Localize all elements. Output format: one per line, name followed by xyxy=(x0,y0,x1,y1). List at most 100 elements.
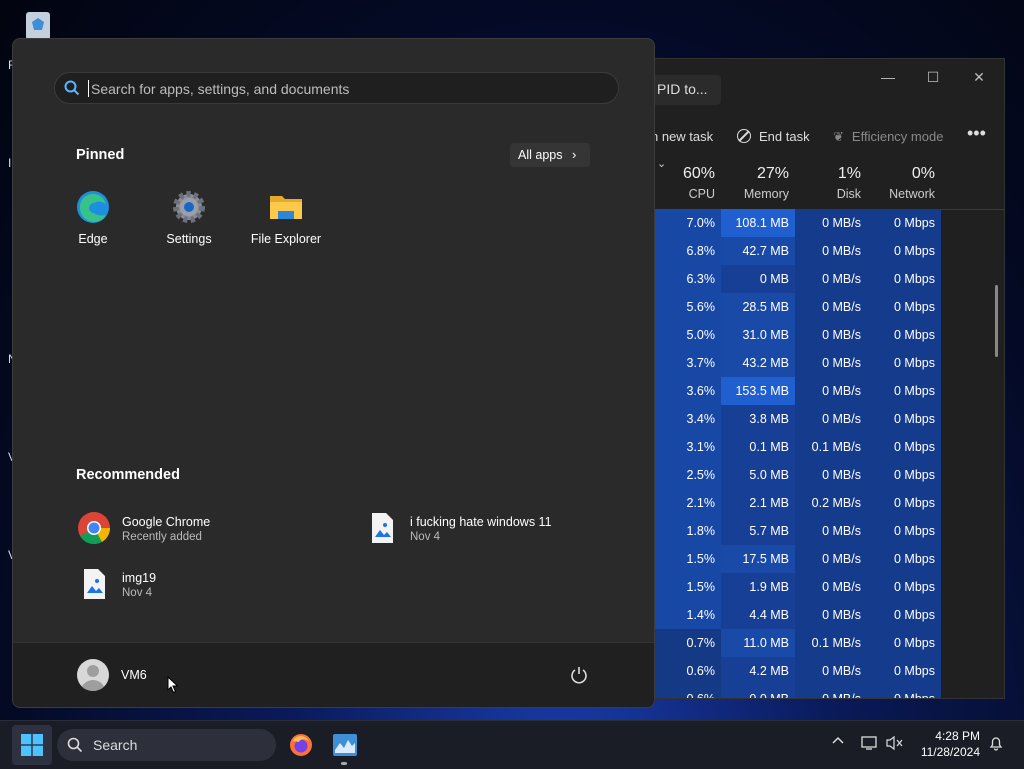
table-row[interactable]: 1.5% 1.9 MB 0 MB/s 0 Mbps xyxy=(655,573,1004,601)
taskbar-search-box[interactable]: Search xyxy=(57,729,276,761)
table-row[interactable]: 3.1% 0.1 MB 0.1 MB/s 0 Mbps xyxy=(655,433,1004,461)
network-percent: 0% xyxy=(911,165,935,182)
cpu-cell: 0.6% xyxy=(655,657,721,685)
image-file-icon xyxy=(365,511,399,545)
run-new-task-button[interactable]: n new task xyxy=(651,129,713,144)
network-icon[interactable] xyxy=(861,735,879,754)
notification-bell-icon[interactable] xyxy=(988,735,1004,754)
start-button[interactable] xyxy=(12,725,52,765)
show-hidden-icons-chevron-up-icon[interactable] xyxy=(832,735,844,750)
recommended-item-subtitle: Recently added xyxy=(122,531,202,543)
network-cell: 0 Mbps xyxy=(867,405,941,433)
disk-cell: 0 MB/s xyxy=(795,573,867,601)
table-row[interactable]: 6.3% 0 MB 0 MB/s 0 Mbps xyxy=(655,265,1004,293)
image-file-icon xyxy=(77,567,111,601)
column-network[interactable]: 0% Network xyxy=(867,165,935,201)
chevron-right-icon: › xyxy=(572,147,577,162)
table-row[interactable]: 3.4% 3.8 MB 0 MB/s 0 Mbps xyxy=(655,405,1004,433)
firefox-taskbar-button[interactable] xyxy=(281,725,321,765)
table-row[interactable]: 0.7% 11.0 MB 0.1 MB/s 0 Mbps xyxy=(655,629,1004,657)
cpu-cell: 1.8% xyxy=(655,517,721,545)
start-search-input[interactable] xyxy=(89,78,593,100)
network-cell: 0 Mbps xyxy=(867,629,941,657)
memory-cell: 28.5 MB xyxy=(721,293,795,321)
network-cell: 0 Mbps xyxy=(867,685,941,698)
pinned-app-file-explorer[interactable]: File Explorer xyxy=(241,189,331,246)
cpu-cell: 3.1% xyxy=(655,433,721,461)
memory-cell: 4.4 MB xyxy=(721,601,795,629)
disk-cell: 0 MB/s xyxy=(795,293,867,321)
volume-muted-icon[interactable] xyxy=(886,735,904,754)
table-row[interactable]: 2.5% 5.0 MB 0 MB/s 0 Mbps xyxy=(655,461,1004,489)
cpu-cell: 0.7% xyxy=(655,629,721,657)
process-table-body: 7.0% 108.1 MB 0 MB/s 0 Mbps 6.8% 42.7 MB 0 MB/… xyxy=(655,209,1004,698)
network-cell: 0 Mbps xyxy=(867,657,941,685)
power-icon[interactable] xyxy=(569,665,589,690)
network-cell: 0 Mbps xyxy=(867,377,941,405)
clock-time: 4:28 PM xyxy=(935,729,980,743)
pinned-title: Pinned xyxy=(76,147,125,163)
disk-cell: 0 MB/s xyxy=(795,209,867,237)
network-cell: 0 Mbps xyxy=(867,545,941,573)
start-menu: Pinned All apps › Edge Settings File Exp… xyxy=(12,38,655,708)
avatar[interactable] xyxy=(77,659,109,691)
table-row[interactable]: 1.5% 17.5 MB 0 MB/s 0 Mbps xyxy=(655,545,1004,573)
system-clock[interactable]: 4:28 PM 11/28/2024 xyxy=(910,728,980,760)
network-cell: 0 Mbps xyxy=(867,293,941,321)
disk-cell: 0 MB/s xyxy=(795,685,867,698)
table-row[interactable]: 0.6% 4.2 MB 0 MB/s 0 Mbps xyxy=(655,657,1004,685)
memory-cell: 4.2 MB xyxy=(721,657,795,685)
task-manager-icon xyxy=(333,734,357,756)
pinned-app-settings[interactable]: Settings xyxy=(144,189,234,246)
disk-label: Disk xyxy=(836,187,861,201)
network-cell: 0 Mbps xyxy=(867,433,941,461)
column-cpu[interactable]: 60% CPU xyxy=(655,165,715,201)
disk-cell: 0 MB/s xyxy=(795,601,867,629)
desktop-icon-label: I xyxy=(8,156,12,170)
memory-cell: 2.1 MB xyxy=(721,489,795,517)
process-table-scrollbar[interactable] xyxy=(995,285,998,357)
start-search-box[interactable] xyxy=(54,72,619,104)
table-row[interactable]: 2.1% 2.1 MB 0.2 MB/s 0 Mbps xyxy=(655,489,1004,517)
table-row[interactable]: 7.0% 108.1 MB 0 MB/s 0 Mbps xyxy=(655,209,1004,237)
pinned-app-label: Edge xyxy=(78,232,108,246)
cpu-cell: 0.6% xyxy=(655,685,721,698)
all-apps-button[interactable]: All apps › xyxy=(510,143,590,167)
table-row[interactable]: 1.8% 5.7 MB 0 MB/s 0 Mbps xyxy=(655,517,1004,545)
table-row[interactable]: 5.6% 28.5 MB 0 MB/s 0 Mbps xyxy=(655,293,1004,321)
minimize-icon[interactable]: — xyxy=(865,69,911,85)
efficiency-mode-button[interactable]: ❦ Efficiency mode xyxy=(833,129,943,145)
close-icon[interactable]: ✕ xyxy=(956,69,1002,86)
folder-icon xyxy=(268,189,304,225)
more-options-icon[interactable]: ••• xyxy=(967,123,986,144)
memory-label: Memory xyxy=(743,187,789,201)
cpu-cell: 7.0% xyxy=(655,209,721,237)
pinned-app-edge[interactable]: Edge xyxy=(48,189,138,246)
network-cell: 0 Mbps xyxy=(867,461,941,489)
end-task-button[interactable]: End task xyxy=(737,129,810,144)
table-row[interactable]: 0.6% 0.0 MB 0 MB/s 0 Mbps xyxy=(655,685,1004,698)
maximize-icon[interactable]: ☐ xyxy=(910,69,956,86)
windows-logo-icon xyxy=(21,734,43,756)
memory-cell: 153.5 MB xyxy=(721,377,795,405)
memory-cell: 5.0 MB xyxy=(721,461,795,489)
column-memory[interactable]: 27% Memory xyxy=(721,165,789,201)
table-row[interactable]: 6.8% 42.7 MB 0 MB/s 0 Mbps xyxy=(655,237,1004,265)
pinned-app-label: Settings xyxy=(166,232,212,246)
memory-cell: 11.0 MB xyxy=(721,629,795,657)
cpu-cell: 2.5% xyxy=(655,461,721,489)
table-row[interactable]: 3.7% 43.2 MB 0 MB/s 0 Mbps xyxy=(655,349,1004,377)
cpu-cell: 3.7% xyxy=(655,349,721,377)
recommended-item-name: img19 xyxy=(122,571,157,585)
column-disk[interactable]: 1% Disk xyxy=(795,165,861,201)
disk-cell: 0 MB/s xyxy=(795,545,867,573)
disk-cell: 0.2 MB/s xyxy=(795,489,867,517)
user-name[interactable]: VM6 xyxy=(121,668,147,682)
disk-cell: 0.1 MB/s xyxy=(795,433,867,461)
table-row[interactable]: 3.6% 153.5 MB 0 MB/s 0 Mbps xyxy=(655,377,1004,405)
task-manager-titlebar[interactable]: PID to... — ☐ ✕ xyxy=(601,59,1004,115)
task-manager-taskbar-button[interactable] xyxy=(325,725,365,765)
table-row[interactable]: 5.0% 31.0 MB 0 MB/s 0 Mbps xyxy=(655,321,1004,349)
table-row[interactable]: 1.4% 4.4 MB 0 MB/s 0 Mbps xyxy=(655,601,1004,629)
memory-cell: 5.7 MB xyxy=(721,517,795,545)
